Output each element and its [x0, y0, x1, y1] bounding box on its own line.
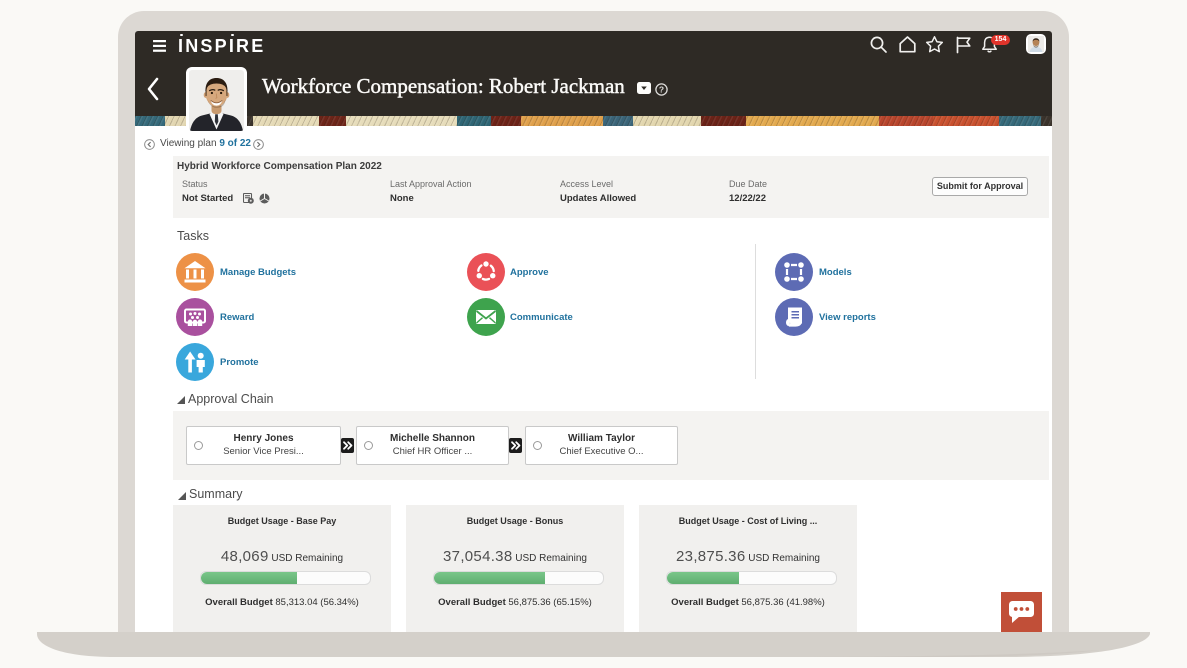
- svg-text:?: ?: [659, 84, 664, 94]
